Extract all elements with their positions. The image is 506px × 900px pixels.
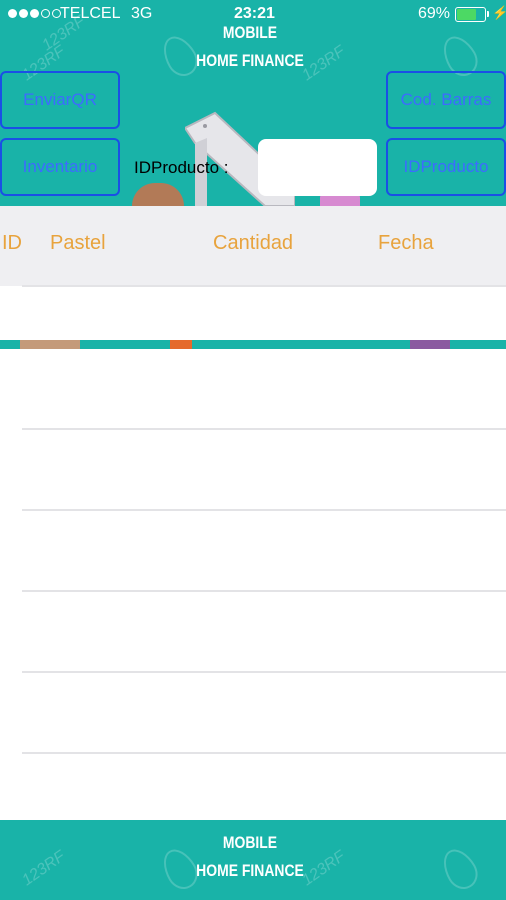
network-type: 3G xyxy=(131,5,153,22)
row-separator xyxy=(22,428,506,430)
cod-barras-button[interactable]: Cod. Barras xyxy=(386,71,506,129)
row-separator xyxy=(22,590,506,592)
signal-strength-icon xyxy=(8,9,61,18)
charging-bolt-icon: ⚡ xyxy=(492,5,506,20)
idproducto-label: IDProducto : xyxy=(134,158,229,177)
app-brand-line1: MOBILE xyxy=(222,23,278,42)
watermark-leaf-icon xyxy=(436,843,484,895)
row-separator xyxy=(22,285,506,287)
column-header-pastel: Pastel xyxy=(50,232,106,254)
footer-brand-line1: MOBILE xyxy=(222,833,278,852)
carrier-name: TELCEL xyxy=(60,5,121,22)
row-separator xyxy=(22,671,506,673)
footer-brand-line2: HOME FINANCE xyxy=(196,861,304,880)
battery-percentage: 69% xyxy=(418,5,451,22)
idproducto-button[interactable]: IDProducto xyxy=(386,138,506,196)
battery-icon xyxy=(455,7,486,22)
inventario-button[interactable]: Inventario xyxy=(0,138,120,196)
column-header-id: ID xyxy=(2,232,22,254)
app-brand-line2: HOME FINANCE xyxy=(196,51,304,70)
column-header-fecha: Fecha xyxy=(378,232,434,254)
enviar-qr-button[interactable]: EnviarQR xyxy=(0,71,120,129)
row-separator xyxy=(22,509,506,511)
column-header-cantidad: Cantidad xyxy=(213,232,294,254)
idproducto-input[interactable] xyxy=(258,139,377,196)
row-separator xyxy=(22,752,506,754)
box-illustration-icon xyxy=(132,183,184,206)
watermark-text: 123RF xyxy=(19,847,69,890)
